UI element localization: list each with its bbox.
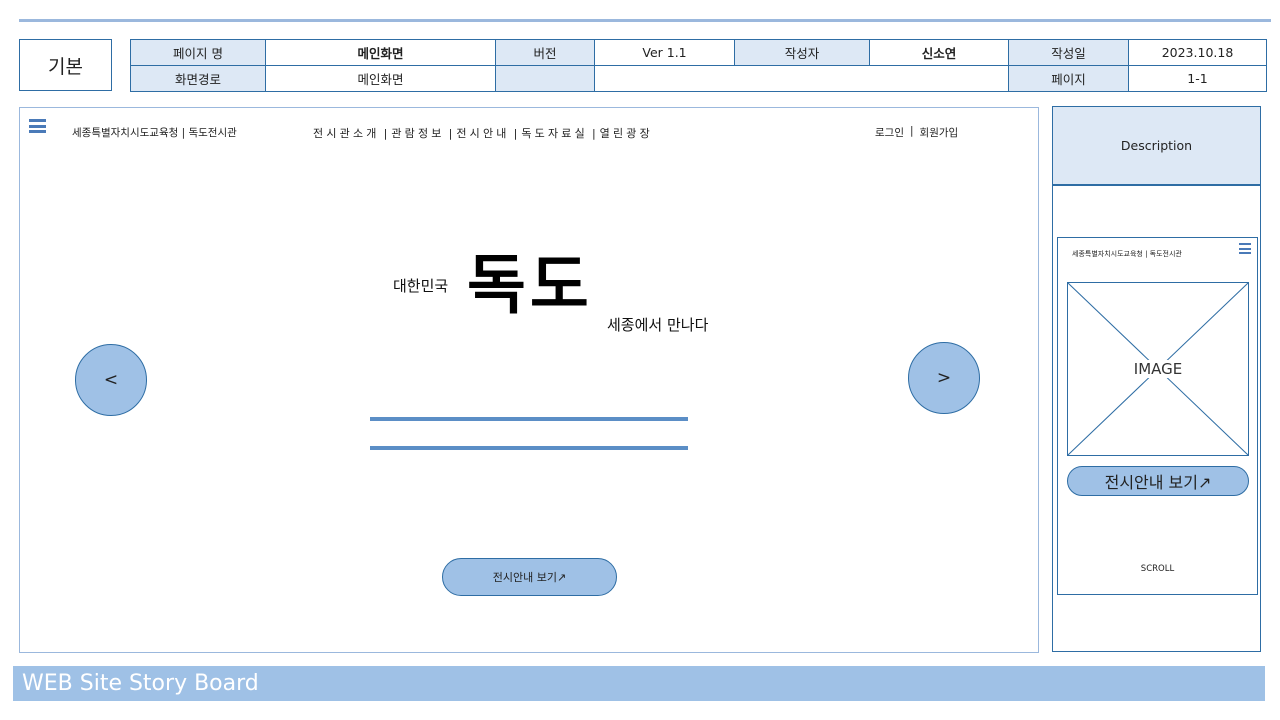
top-rule <box>19 19 1271 22</box>
category-box: 기본 <box>19 39 112 91</box>
path-label: 화면경로 <box>130 65 266 92</box>
mobile-exhibition-guide-button[interactable]: 전시안내 보기↗ <box>1067 466 1249 496</box>
page-label: 페이지 <box>1008 65 1129 92</box>
nav-separator: | <box>591 126 596 140</box>
version-value: Ver 1.1 <box>594 39 735 66</box>
nav-separator: | <box>448 126 453 140</box>
empty-cell-wide <box>594 65 1009 92</box>
exhibition-guide-button[interactable]: 전시안내 보기↗ <box>442 558 617 596</box>
date-label: 작성일 <box>1008 39 1129 66</box>
description-panel: Description 세종특별자치시도교육청 | 독도전시관 IMAGE 전시… <box>1052 106 1261 652</box>
meta-table: 페이지 명 메인화면 버전 Ver 1.1 작성자 신소연 작성일 2023.1… <box>130 39 1267 92</box>
prev-slide-button[interactable]: < <box>75 344 147 416</box>
nav-separator: | <box>513 126 518 140</box>
mobile-menu-icon[interactable] <box>1239 243 1251 254</box>
nav-item-intro[interactable]: 전시관소개 <box>313 125 380 141</box>
wireframe-canvas: 세종특별자치시도교육청 | 독도전시관 전시관소개 | 관람정보 | 전시안내 … <box>19 107 1039 653</box>
image-placeholder-label: IMAGE <box>1129 360 1187 378</box>
image-placeholder: IMAGE <box>1067 282 1249 456</box>
menu-icon[interactable] <box>29 119 46 133</box>
prev-arrow-icon: < <box>103 370 119 390</box>
hero-divider-bottom <box>370 446 688 450</box>
hero-divider-top <box>370 417 688 421</box>
path-value: 메인화면 <box>265 65 496 92</box>
mobile-brand[interactable]: 세종특별자치시도교육청 | 독도전시관 <box>1072 249 1182 259</box>
page-name-value: 메인화면 <box>265 39 496 66</box>
nav-item-exhibition[interactable]: 전시안내 <box>456 125 509 141</box>
nav-item-archive[interactable]: 독도자료실 <box>521 125 588 141</box>
empty-cell <box>495 65 595 92</box>
meta-row-1: 페이지 명 메인화면 버전 Ver 1.1 작성자 신소연 작성일 2023.1… <box>130 39 1267 66</box>
page-value: 1-1 <box>1128 65 1267 92</box>
hero-suffix: 세종에서 만나다 <box>607 316 709 334</box>
account-links: 로그인 | 회원가입 <box>875 125 958 140</box>
mobile-preview: 세종특별자치시도교육청 | 독도전시관 IMAGE 전시안내 보기↗ SCROL… <box>1057 237 1258 595</box>
signup-link[interactable]: 회원가입 <box>920 125 959 140</box>
hero-prefix: 대한민국 <box>393 277 449 295</box>
next-arrow-icon: > <box>936 368 952 388</box>
hero-title: 독도 <box>467 249 593 323</box>
date-value: 2023.10.18 <box>1128 39 1267 66</box>
page-name-label: 페이지 명 <box>130 39 266 66</box>
footer-title: WEB Site Story Board <box>22 671 259 696</box>
account-separator: | <box>909 125 914 137</box>
nav-item-open-plaza[interactable]: 열린광장 <box>600 125 653 141</box>
nav-item-visit-info[interactable]: 관람정보 <box>391 125 444 141</box>
meta-row-2: 화면경로 메인화면 페이지 1-1 <box>130 65 1267 92</box>
version-label: 버전 <box>495 39 595 66</box>
description-title: Description <box>1053 107 1260 186</box>
storyboard-footer: WEB Site Story Board <box>13 666 1265 701</box>
author-value: 신소연 <box>869 39 1009 66</box>
scroll-indicator: SCROLL <box>1140 564 1175 574</box>
site-brand[interactable]: 세종특별자치시도교육청 | 독도전시관 <box>72 125 237 140</box>
login-link[interactable]: 로그인 <box>875 125 904 140</box>
author-label: 작성자 <box>734 39 870 66</box>
next-slide-button[interactable]: > <box>908 342 980 414</box>
nav-separator: | <box>383 126 388 140</box>
main-nav: 전시관소개 | 관람정보 | 전시안내 | 독도자료실 | 열린광장 <box>313 125 653 141</box>
